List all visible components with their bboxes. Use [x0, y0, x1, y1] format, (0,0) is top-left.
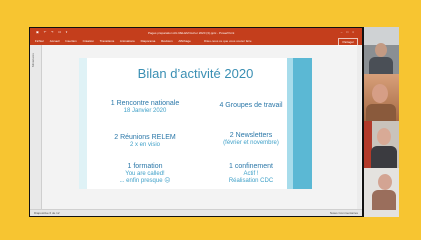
tab-fichier[interactable]: Fichier [35, 39, 44, 43]
slide-item-formation: 1 formation You are called! ... enfin pr… [93, 163, 197, 185]
status-bar: Diapositive 6 de 12 Notes Commentaires [30, 209, 362, 216]
slide-item-sub: (février et novembre) [223, 140, 279, 147]
slide-item-heading: 4 Groupes de travail [219, 102, 283, 109]
tab-accueil[interactable]: Accueil [50, 39, 60, 43]
tab-revision[interactable]: Révision [161, 39, 173, 43]
close-icon[interactable]: × [352, 30, 358, 34]
slide-item-sub2: ... enfin presque ☹ [119, 177, 171, 184]
slide-item-reunions: 2 Réunions RELEM 2 x en visio [93, 134, 197, 149]
slide-counter: Diapositive 6 de 12 [34, 211, 60, 215]
ribbon-tabs: Fichier Accueil Insertion Création Trans… [30, 37, 362, 46]
powerpoint-window: ▣ ↶ ↷ ⊡ ▾ Pages préparation AG RELEM fév… [30, 28, 362, 216]
slide-canvas[interactable]: Bilan d’activité 2020 1 Rencontre nation… [79, 58, 312, 189]
slide-item-newsletters: 2 Newsletters (février et novembre) [203, 132, 299, 147]
share-button[interactable]: Partager [338, 38, 358, 46]
avatar [372, 84, 388, 103]
slide-title: Bilan d’activité 2020 [137, 66, 254, 81]
tab-affichage[interactable]: Affichage [178, 39, 190, 43]
video-call-screen: ▣ ↶ ↷ ⊡ ▾ Pages préparation AG RELEM fév… [29, 27, 399, 217]
participant-video-2[interactable] [364, 74, 399, 121]
tab-transitions[interactable]: Transitions [100, 39, 115, 43]
slide-item-heading: 1 formation [127, 163, 163, 170]
slide-item-groupes: 4 Groupes de travail [203, 102, 299, 110]
customize-toolbar-icon[interactable]: ▾ [66, 30, 69, 34]
slide-item-sub: You are called! [125, 171, 165, 178]
thumbnail-pane-label: Miniatures [31, 53, 35, 67]
slide-item-heading: 1 confinement [229, 163, 273, 170]
participant-video-3[interactable] [364, 121, 399, 168]
title-bar: ▣ ↶ ↷ ⊡ ▾ Pages préparation AG RELEM fév… [30, 28, 362, 37]
slide-item-confinement: 1 confinement Actif ! Réalisation CDC [203, 163, 299, 185]
avatar [377, 128, 391, 145]
slide-item-sub: 18 Janvier 2020 [123, 108, 167, 115]
tab-insertion[interactable]: Insertion [65, 39, 77, 43]
status-view-controls[interactable]: Notes Commentaires [330, 211, 358, 215]
slide-item-sub: 2 x en visio [129, 142, 160, 149]
slide-item-heading: 1 Rencontre nationale [110, 100, 180, 107]
participant-video-strip [364, 27, 399, 217]
slide-item-heading: 2 Newsletters [229, 132, 273, 139]
avatar [375, 43, 387, 57]
participant-video-4[interactable] [364, 168, 399, 217]
tab-diaporama[interactable]: Diaporama [141, 39, 156, 43]
quick-access-toolbar: ▣ ↶ ↷ ⊡ ▾ [36, 30, 70, 34]
slide-item-sub2: Réalisation CDC [228, 177, 274, 184]
tell-me-search[interactable]: Dites-nous ce que vous voulez faire [204, 39, 252, 43]
tab-creation[interactable]: Création [83, 39, 94, 43]
undo-icon[interactable]: ↶ [44, 30, 48, 34]
window-title: Pages préparation AG RELEM février 2020 … [148, 31, 235, 35]
tab-animations[interactable]: Animations [120, 39, 135, 43]
window-controls[interactable]: –□× [341, 30, 358, 34]
save-icon[interactable]: ▣ [36, 30, 40, 34]
participant-video-1[interactable] [364, 27, 399, 74]
slide-item-rencontre: 1 Rencontre nationale 18 Janvier 2020 [93, 100, 197, 115]
slide-item-sub: Actif ! [243, 171, 259, 178]
avatar [378, 174, 392, 190]
present-icon[interactable]: ⊡ [58, 30, 62, 34]
thumbnail-pane[interactable]: Miniatures [30, 45, 42, 209]
vertical-scrollbar[interactable] [357, 45, 361, 209]
redo-icon[interactable]: ↷ [51, 30, 55, 34]
slide-item-heading: 2 Réunions RELEM [114, 134, 176, 141]
